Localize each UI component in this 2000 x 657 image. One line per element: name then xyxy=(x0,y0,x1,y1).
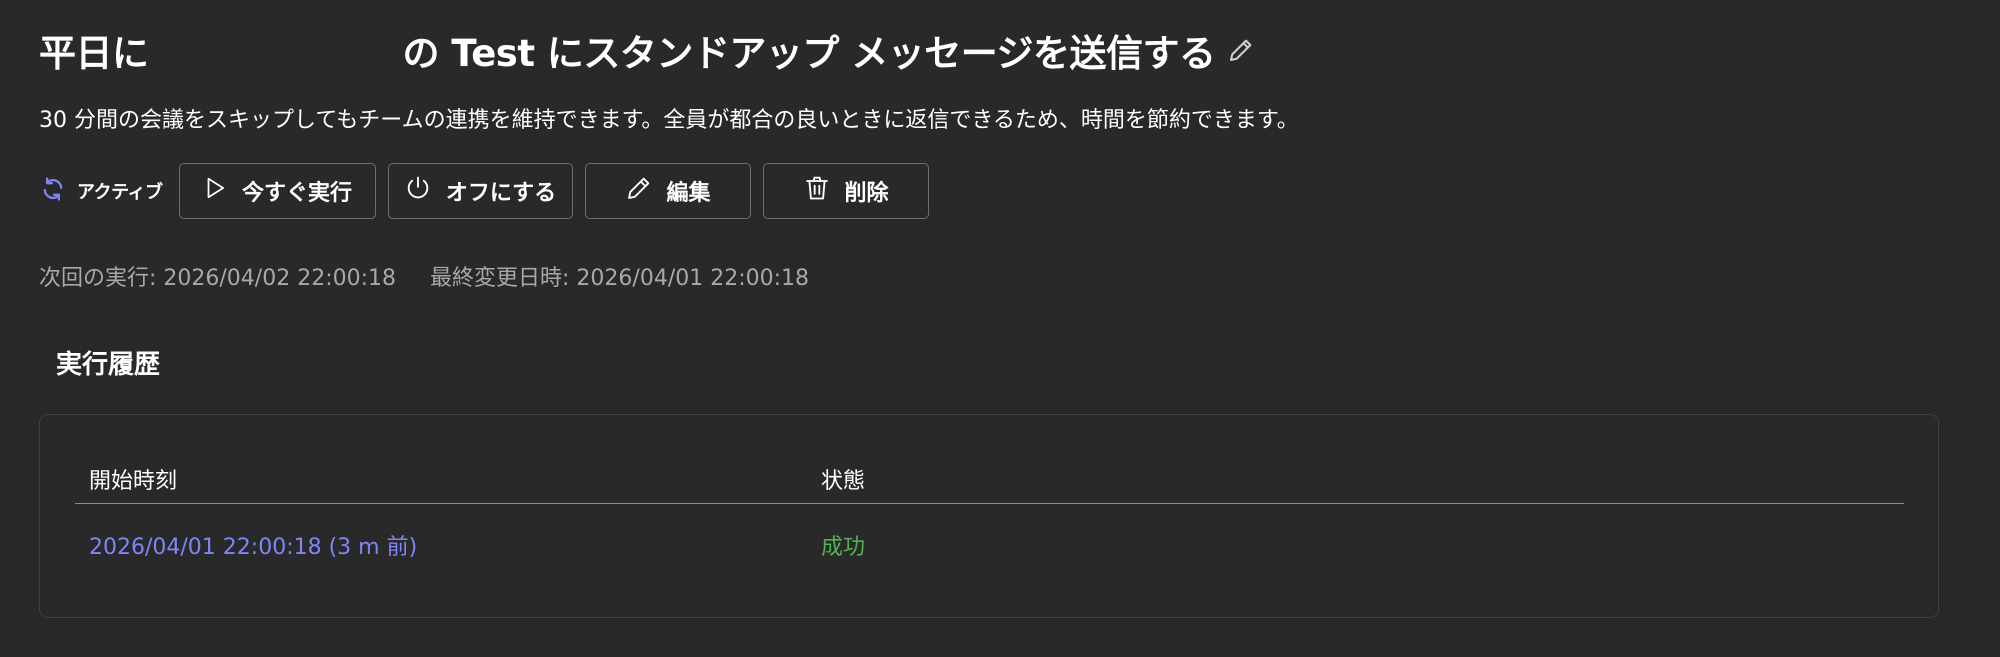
edit-button[interactable]: 編集 xyxy=(584,163,751,219)
run-history-heading: 実行履歴 xyxy=(56,350,161,380)
delete-button[interactable]: 削除 xyxy=(762,163,929,219)
pencil-icon xyxy=(625,174,667,208)
pencil-icon[interactable] xyxy=(1226,35,1256,65)
run-now-button[interactable]: 今すぐ実行 xyxy=(178,163,376,219)
column-header-start-time: 開始時刻 xyxy=(89,469,178,494)
schedule-meta: 次回の実行: 2026/04/02 22:00:18 最終変更日時: 2026/0… xyxy=(39,260,809,292)
trash-icon xyxy=(803,174,845,208)
turn-off-button[interactable]: オフにする xyxy=(387,163,573,219)
column-header-status: 状態 xyxy=(821,469,866,494)
sync-icon xyxy=(39,175,67,207)
title-suffix: の Test にスタンドアップ メッセージを送信する xyxy=(402,32,1217,75)
run-status-text: 成功 xyxy=(821,535,866,560)
run-history-card: 開始時刻 状態 2026/04/01 22:00:18 (3 m 前) 成功 xyxy=(39,414,1939,618)
edit-label: 編集 xyxy=(666,181,711,206)
run-start-time-link[interactable]: 2026/04/01 22:00:18 (3 m 前) xyxy=(89,529,417,561)
page-title: 平日に の Test にスタンドアップ メッセージを送信する xyxy=(39,24,1256,76)
table-header: 開始時刻 状態 xyxy=(75,463,1904,504)
title-prefix: 平日に xyxy=(39,32,149,75)
last-modified-text: 最終変更日時: 2026/04/01 22:00:18 xyxy=(430,266,810,291)
power-icon xyxy=(404,174,446,208)
next-run-text: 次回の実行: 2026/04/02 22:00:18 xyxy=(39,266,397,291)
delete-label: 削除 xyxy=(844,181,889,206)
workflow-description: 30 分間の会議をスキップしてもチームの連携を維持できます。全員が都合の良いとき… xyxy=(39,108,1299,133)
status-indicator: アクティブ xyxy=(39,175,163,207)
action-toolbar: アクティブ 今すぐ実行 オフにする 編集 削除 xyxy=(39,162,941,220)
play-icon xyxy=(202,175,242,207)
run-now-label: 今すぐ実行 xyxy=(242,181,353,206)
status-label: アクティブ xyxy=(77,182,163,203)
turn-off-label: オフにする xyxy=(445,181,557,206)
table-row: 2026/04/01 22:00:18 (3 m 前) 成功 xyxy=(75,529,1904,563)
